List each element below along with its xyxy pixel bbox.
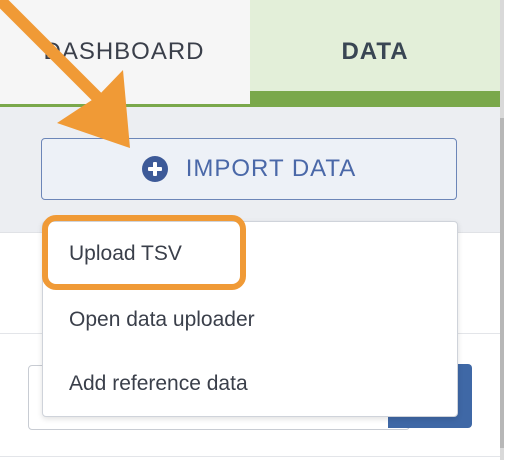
import-data-label: IMPORT DATA	[185, 155, 357, 182]
plus-circle-icon	[141, 156, 168, 182]
import-data-button[interactable]: IMPORT DATA	[41, 138, 457, 200]
tab-data[interactable]: DATA	[250, 0, 500, 104]
tab-data-label: DATA	[341, 38, 409, 65]
menu-item-add-reference-data[interactable]: Add reference data	[69, 372, 248, 396]
tab-dashboard[interactable]: DASHBOARD	[0, 0, 250, 104]
annotation-highlight-box	[42, 215, 246, 290]
menu-item-open-data-uploader[interactable]: Open data uploader	[69, 308, 255, 332]
tab-bar: DASHBOARD DATA	[0, 0, 500, 107]
scrollbar-thumb[interactable]	[500, 118, 504, 448]
active-tab-indicator	[250, 91, 500, 104]
row-divider-bottom	[0, 456, 500, 457]
tab-dashboard-label: DASHBOARD	[43, 38, 205, 65]
